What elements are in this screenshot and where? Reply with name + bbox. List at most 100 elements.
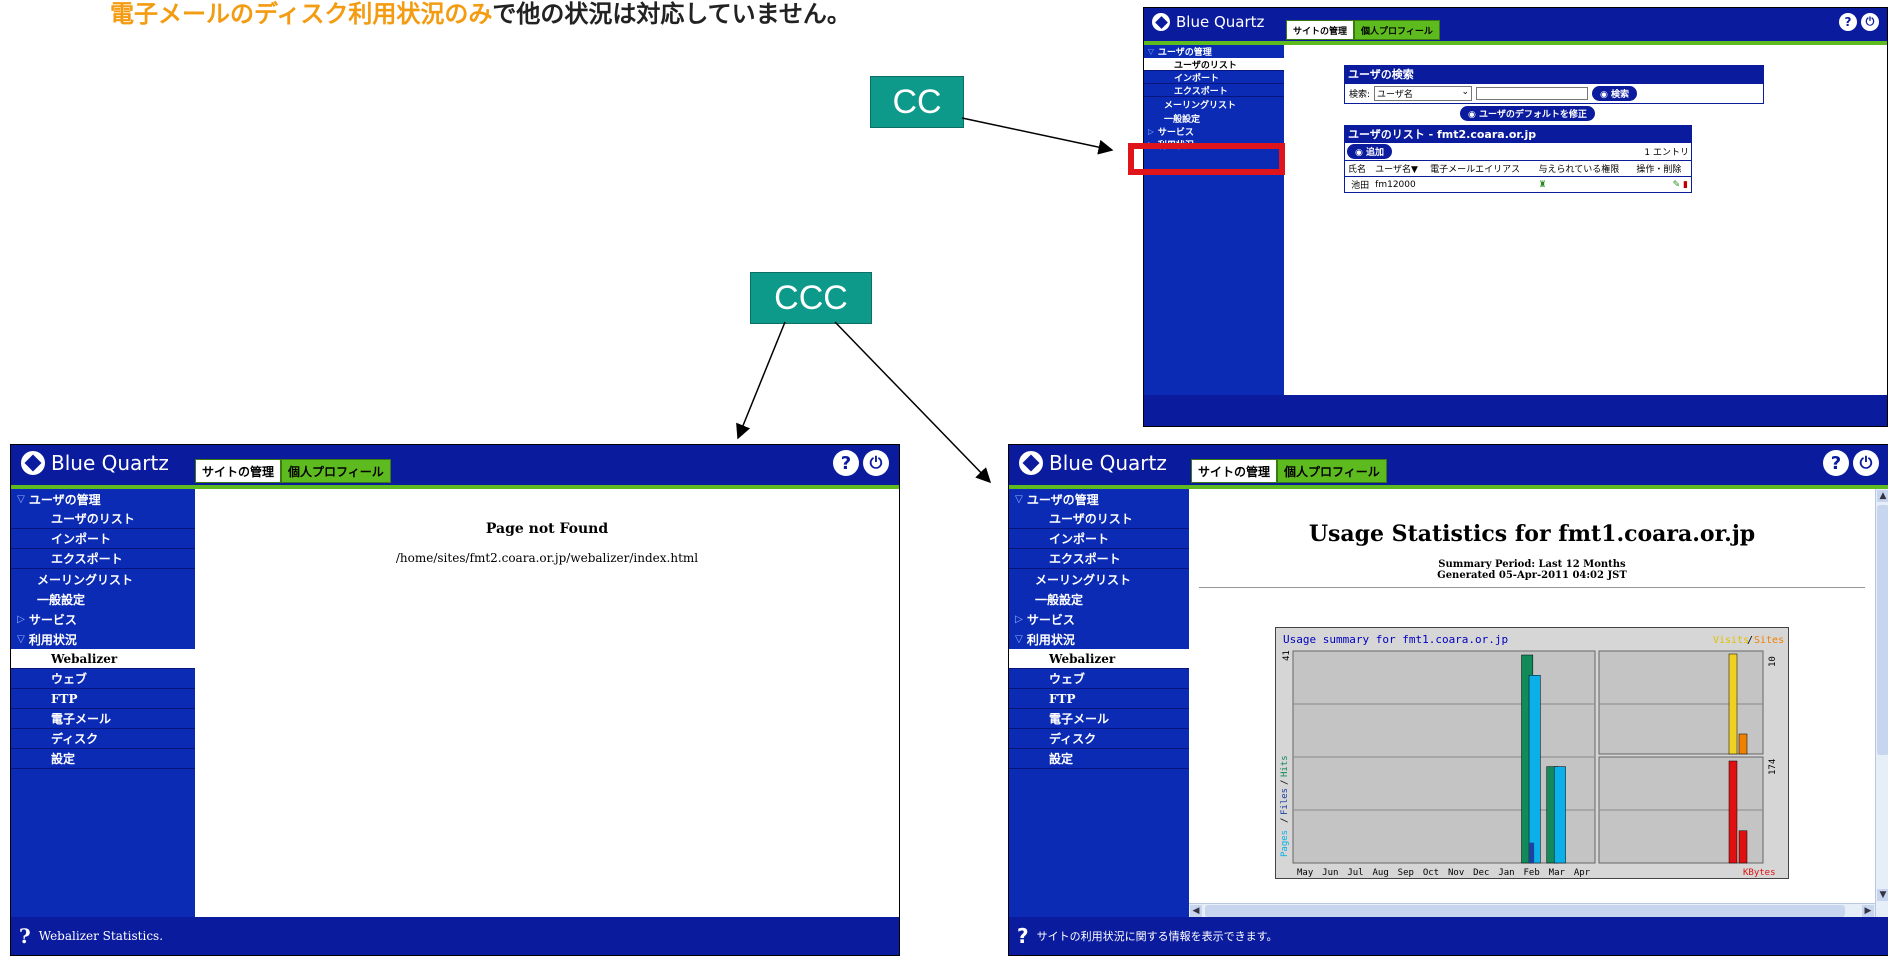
scroll-down-arrow-icon[interactable]: ▼ xyxy=(1877,889,1888,901)
col-rights[interactable]: 与えられている権限 xyxy=(1535,161,1633,177)
logout-icon[interactable]: ⏻ xyxy=(1861,13,1879,31)
sidebar-service[interactable]: ▷ サービス xyxy=(11,609,195,629)
help-icon[interactable]: ? xyxy=(833,450,859,476)
sidebar-item-email[interactable]: 電子メール xyxy=(1009,709,1189,729)
bottom-bar: ? サイトの利用状況に関する情報を表示できます。 xyxy=(1009,917,1888,955)
sidebar-users-mgmt[interactable]: ▽ ユーザの管理 xyxy=(1009,489,1189,509)
sidebar-item-mailing-list[interactable]: メーリングリスト xyxy=(1009,569,1189,589)
cell-alias xyxy=(1427,177,1535,193)
usage-chart: Usage summary for fmt1.coara.or.jp Visits… xyxy=(1274,626,1790,883)
sidebar-item-user-list[interactable]: ユーザのリスト xyxy=(1009,509,1189,529)
sidebar-item-export[interactable]: エクスポート xyxy=(1144,84,1284,97)
legend-sites: Sites xyxy=(1754,635,1784,646)
sidebar-item-web[interactable]: ウェブ xyxy=(11,669,195,689)
scroll-left-arrow-icon[interactable]: ◀ xyxy=(1190,905,1202,917)
sidebar-item-import[interactable]: インポート xyxy=(1009,529,1189,549)
col-name[interactable]: 氏名 xyxy=(1345,161,1373,177)
bottom-bar: ? Webalizer Statistics. xyxy=(11,917,899,955)
logo: Blue Quartz xyxy=(1152,13,1264,31)
sidebar-item-general[interactable]: 一般設定 xyxy=(1009,589,1189,609)
modify-defaults-button[interactable]: ◉ ユーザのデフォルトを修正 xyxy=(1460,106,1595,121)
sidebar-item-user-list[interactable]: ユーザのリスト xyxy=(11,509,195,529)
sidebar-item-user-list[interactable]: ユーザのリスト xyxy=(1144,58,1284,71)
help-icon[interactable]: ? xyxy=(1823,450,1849,476)
tab-profile[interactable]: 個人プロフィール xyxy=(281,459,391,483)
month-label-jun: Jun xyxy=(1322,868,1338,878)
tab-profile[interactable]: 個人プロフィール xyxy=(1277,459,1387,483)
col-username[interactable]: ユーザ名▼ xyxy=(1372,161,1427,177)
scroll-thumb-h[interactable] xyxy=(1205,905,1845,917)
missing-path: /home/sites/fmt2.coara.or.jp/webalizer/i… xyxy=(395,551,699,565)
sidebar-item-export[interactable]: エクスポート xyxy=(11,549,195,569)
bar-kbytes-1 xyxy=(1738,830,1748,864)
horizontal-scrollbar[interactable]: ◀ ▶ xyxy=(1189,903,1875,918)
sidebar-usage[interactable]: ▽ 利用状況 xyxy=(1009,629,1189,649)
sidebar-item-email[interactable]: 電子メール xyxy=(11,709,195,729)
sidebar-label: ユーザの管理 xyxy=(1026,492,1099,507)
delete-trash-icon[interactable]: ▮ xyxy=(1683,180,1688,190)
sidebar-item-mailing-list[interactable]: メーリングリスト xyxy=(11,569,195,589)
search-input[interactable] xyxy=(1476,87,1589,100)
sidebar-item-mailing-list[interactable]: メーリングリスト xyxy=(1144,97,1284,111)
sidebar-label: 利用状況 xyxy=(28,632,77,647)
logo-text: Blue Quartz xyxy=(1176,13,1265,31)
rights-icon: ♜ xyxy=(1538,179,1547,190)
sidebar-item-web[interactable]: ウェブ xyxy=(1009,669,1189,689)
top-icons: ? ⏻ xyxy=(1823,450,1879,476)
edit-pencil-icon[interactable]: ✎ xyxy=(1673,180,1681,190)
scroll-up-arrow-icon[interactable]: ▲ xyxy=(1877,490,1888,502)
vertical-scrollbar[interactable]: ▲ ▼ xyxy=(1875,489,1888,917)
sidebar-item-webalizer[interactable]: Webalizer xyxy=(1009,649,1189,669)
top-bar: Blue Quartz サイトの管理 個人プロフィール ? ⏻ xyxy=(1144,8,1887,45)
window-usage-statistics: Blue Quartz サイトの管理 個人プロフィール ? ⏻ ▽ ユーザの管理 … xyxy=(1008,444,1888,956)
ylabel-hits: Hits xyxy=(1280,755,1290,777)
sidebar-item-general[interactable]: 一般設定 xyxy=(11,589,195,609)
list-toolbar: ◉ 追加 1 エントリ xyxy=(1344,143,1692,160)
sidebar-usage[interactable]: ▽ 利用状況 xyxy=(11,629,195,649)
user-list-panel: ユーザのリスト - fmt2.coara.or.jp ◉ 追加 1 エントリ 氏… xyxy=(1344,125,1692,193)
scroll-right-arrow-icon[interactable]: ▶ xyxy=(1862,905,1874,917)
help-icon[interactable]: ? xyxy=(1839,13,1857,31)
tab-bar: サイトの管理 個人プロフィール xyxy=(1191,459,1387,483)
sidebar-item-webalizer[interactable]: Webalizer xyxy=(11,649,195,669)
right-top-ymax-label: 10 xyxy=(1768,656,1778,667)
sidebar-item-import[interactable]: インポート xyxy=(11,529,195,549)
main-content: ユーザの検索 検索: ユーザ名 ⌄ ◉ 検索 ◉ ユーザのデフォルトを修正 ユーザ… xyxy=(1284,45,1887,395)
expanded-triangle-icon: ▽ xyxy=(17,633,25,645)
tab-profile[interactable]: 個人プロフィール xyxy=(1354,20,1440,40)
add-button[interactable]: ◉ 追加 xyxy=(1347,144,1393,159)
sidebar-item-disk[interactable]: ディスク xyxy=(11,729,195,749)
search-label: 検索: xyxy=(1349,90,1371,100)
sidebar-item-export[interactable]: エクスポート xyxy=(1009,549,1189,569)
sidebar-item-settings[interactable]: 設定 xyxy=(11,749,195,769)
sidebar-item-general[interactable]: 一般設定 xyxy=(1144,111,1284,125)
sidebar-service[interactable]: ▷ サービス xyxy=(1009,609,1189,629)
tab-site-admin[interactable]: サイトの管理 xyxy=(1191,459,1278,483)
search-title: ユーザの検索 xyxy=(1344,65,1764,83)
default-row: ◉ ユーザのデフォルトを修正 xyxy=(1460,102,1595,121)
sidebar-users-mgmt[interactable]: ▽ ユーザの管理 xyxy=(11,489,195,509)
tab-site-admin[interactable]: サイトの管理 xyxy=(1286,20,1355,40)
sidebar-item-ftp[interactable]: FTP xyxy=(11,689,195,709)
summary-period: Summary Period: Last 12 Months xyxy=(1438,559,1626,570)
sidebar-item-import[interactable]: インポート xyxy=(1144,71,1284,84)
logout-icon[interactable]: ⏻ xyxy=(863,450,889,476)
collapsed-triangle-icon: ▷ xyxy=(1015,613,1023,625)
sidebar-service[interactable]: ▷ サービス xyxy=(1144,125,1284,138)
search-panel: ユーザの検索 検索: ユーザ名 ⌄ ◉ 検索 xyxy=(1344,65,1764,104)
sidebar-item-settings[interactable]: 設定 xyxy=(1009,749,1189,769)
col-alias[interactable]: 電子メールエイリアス xyxy=(1427,161,1535,177)
sidebar-item-disk[interactable]: ディスク xyxy=(1009,729,1189,749)
tab-site-admin[interactable]: サイトの管理 xyxy=(195,459,282,483)
expanded-triangle-icon: ▽ xyxy=(17,493,25,505)
logout-icon[interactable]: ⏻ xyxy=(1853,450,1879,476)
month-label-mar: Mar xyxy=(1549,868,1566,878)
sidebar-users-mgmt[interactable]: ▽ ユーザの管理 xyxy=(1144,45,1284,58)
top-bar: Blue Quartz サイトの管理 個人プロフィール ? ⏻ xyxy=(11,445,899,489)
status-text: Webalizer Statistics. xyxy=(38,929,164,943)
search-button[interactable]: ◉ 検索 xyxy=(1592,86,1638,101)
month-label-may: May xyxy=(1297,868,1314,878)
sidebar-item-ftp[interactable]: FTP xyxy=(1009,689,1189,709)
scroll-thumb[interactable] xyxy=(1877,505,1888,755)
search-field-select[interactable]: ユーザ名 ⌄ xyxy=(1374,86,1473,101)
